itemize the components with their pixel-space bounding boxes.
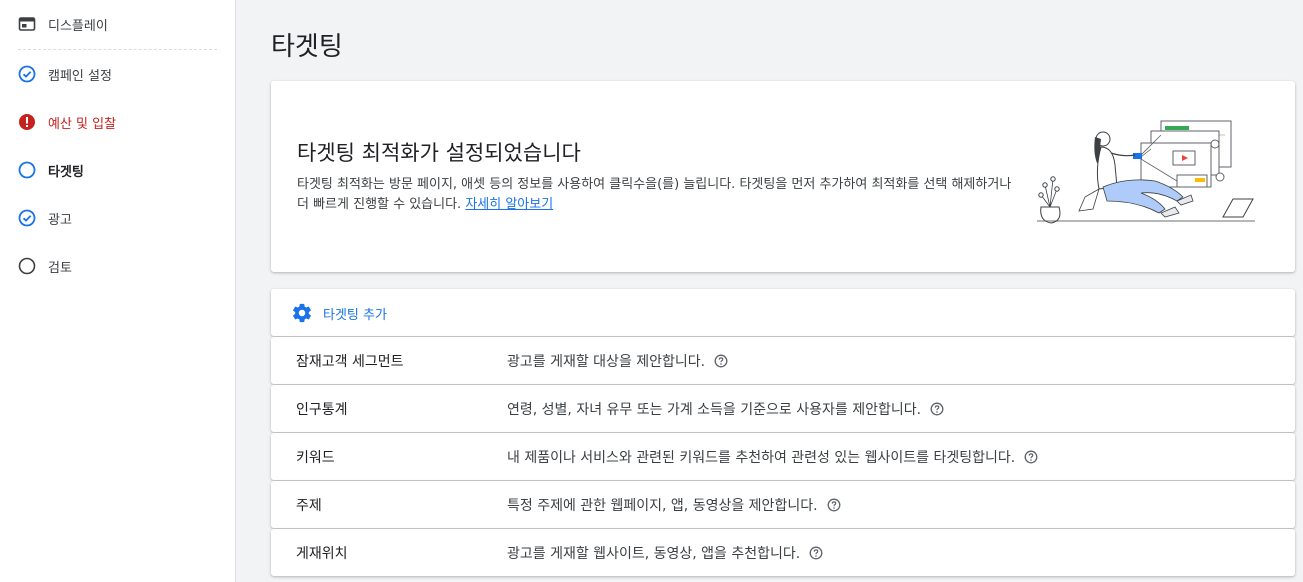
sidebar-item-targeting[interactable]: 타겟팅 (0, 152, 236, 188)
row-description: 광고를 게재할 대상을 제안합니다. (507, 351, 728, 371)
sidebar-item-label: 검토 (48, 260, 72, 276)
sidebar-item-label: 타겟팅 (48, 164, 84, 180)
row-description-text: 내 제품이나 서비스와 관련된 키워드를 추천하여 관련성 있는 웹사이트를 타… (507, 450, 1016, 466)
row-description: 내 제품이나 서비스와 관련된 키워드를 추천하여 관련성 있는 웹사이트를 타… (507, 447, 1038, 467)
row-description-text: 광고를 게재할 웹사이트, 동영상, 앱을 추천합니다. (507, 546, 801, 562)
check-circle-icon (18, 209, 36, 227)
sidebar-item-label: 디스플레이 (48, 18, 108, 34)
error-circle-icon (18, 113, 36, 131)
row-name: 주제 (296, 498, 322, 514)
add-targeting-label: 타겟팅 추가 (323, 307, 387, 323)
add-targeting-button[interactable]: 타겟팅 추가 (291, 301, 387, 325)
targeting-row-topics[interactable]: 주제 특정 주제에 관한 웹페이지, 앱, 동영상을 제안합니다. (271, 481, 1295, 528)
step-sidebar: 디스플레이 캠페인 설정 예산 및 입찰 타겟팅 광고 검토 (0, 0, 236, 582)
row-description: 특정 주제에 관한 웹페이지, 앱, 동영상을 제안합니다. (507, 495, 841, 515)
help-icon[interactable] (827, 498, 841, 512)
targeting-row-placements[interactable]: 게재위치 광고를 게재할 웹사이트, 동영상, 앱을 추천합니다. (271, 529, 1295, 576)
sidebar-item-ads[interactable]: 광고 (0, 200, 236, 236)
help-icon[interactable] (930, 402, 944, 416)
sidebar-item-display[interactable]: 디스플레이 (0, 6, 236, 42)
row-name: 키워드 (296, 450, 335, 466)
sidebar-item-campaign-settings[interactable]: 캠페인 설정 (0, 56, 236, 92)
page-title: 타겟팅 (271, 32, 343, 62)
learn-more-link[interactable]: 자세히 알아보기 (465, 197, 553, 212)
empty-circle-icon (18, 161, 36, 179)
row-description-text: 특정 주제에 관한 웹페이지, 앱, 동영상을 제안합니다. (507, 498, 818, 514)
row-description: 연령, 성별, 자녀 유무 또는 가계 소득을 기준으로 사용자를 제안합니다. (507, 399, 944, 419)
sidebar-item-review[interactable]: 검토 (0, 248, 236, 284)
row-description: 광고를 게재할 웹사이트, 동영상, 앱을 추천합니다. (507, 543, 823, 563)
gear-icon (291, 302, 313, 324)
sidebar-item-label: 광고 (48, 212, 72, 228)
row-name: 잠재고객 세그먼트 (296, 354, 404, 370)
help-icon[interactable] (1024, 450, 1038, 464)
display-campaign-icon (18, 15, 36, 33)
sidebar-divider (18, 49, 217, 50)
add-targeting-card: 타겟팅 추가 (271, 289, 1295, 336)
empty-circle-icon (18, 257, 36, 275)
targeting-row-keywords[interactable]: 키워드 내 제품이나 서비스와 관련된 키워드를 추천하여 관련성 있는 웹사이… (271, 433, 1295, 480)
sidebar-item-label: 예산 및 입찰 (48, 116, 117, 132)
targeting-row-demographics[interactable]: 인구통계 연령, 성별, 자녀 유무 또는 가계 소득을 기준으로 사용자를 제… (271, 385, 1295, 432)
row-name: 게재위치 (296, 546, 348, 562)
row-description-text: 연령, 성별, 자녀 유무 또는 가계 소득을 기준으로 사용자를 제안합니다. (507, 402, 922, 418)
banner-heading: 타겟팅 최적화가 설정되었습니다 (297, 141, 581, 165)
help-icon[interactable] (809, 546, 823, 560)
sidebar-item-label: 캠페인 설정 (48, 68, 112, 84)
check-circle-icon (18, 65, 36, 83)
row-description-text: 광고를 게재할 대상을 제안합니다. (507, 354, 706, 370)
targeting-illustration (1037, 120, 1255, 224)
optimization-banner: 타겟팅 최적화가 설정되었습니다 타겟팅 최적화는 방문 페이지, 애셋 등의 … (271, 81, 1295, 272)
help-icon[interactable] (714, 354, 728, 368)
row-name: 인구통계 (296, 402, 348, 418)
sidebar-item-budget-bidding[interactable]: 예산 및 입찰 (0, 104, 236, 140)
banner-description-text: 타겟팅 최적화는 방문 페이지, 애셋 등의 정보를 사용하여 클릭수을(를) … (297, 177, 1012, 212)
targeting-row-audience[interactable]: 잠재고객 세그먼트 광고를 게재할 대상을 제안합니다. (271, 337, 1295, 384)
banner-description: 타겟팅 최적화는 방문 페이지, 애셋 등의 정보를 사용하여 클릭수을(를) … (297, 175, 1027, 215)
